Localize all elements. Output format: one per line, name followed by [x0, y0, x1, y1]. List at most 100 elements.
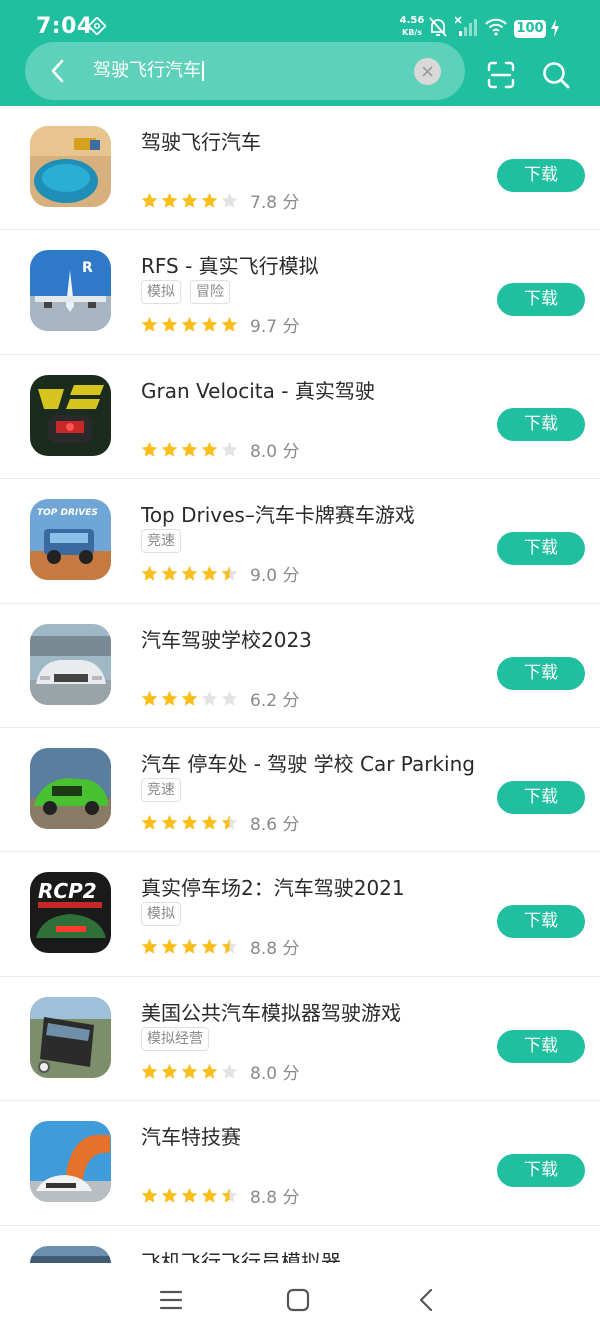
app-list-item[interactable]: 汽车驾驶学校2023 6.2 分 下载 — [0, 604, 600, 728]
app-title[interactable]: 汽车驾驶学校2023 — [141, 624, 312, 653]
app-tags: 模拟 — [141, 902, 181, 927]
app-rating: 6.2 分 — [141, 686, 299, 711]
download-button[interactable]: 下载 — [497, 905, 585, 939]
star-filled-icon — [181, 939, 198, 954]
back-icon[interactable] — [412, 1285, 442, 1315]
app-tags: 竞速 — [141, 777, 181, 802]
download-button[interactable]: 下载 — [497, 532, 585, 566]
download-button[interactable]: 下载 — [497, 1029, 585, 1063]
star-filled-icon — [201, 939, 218, 954]
star-filled-icon — [181, 814, 198, 830]
svg-text:RCP2: RCP2 — [38, 879, 97, 903]
app-icon[interactable] — [30, 374, 111, 456]
app-rating: 9.7 分 — [141, 312, 299, 337]
star-filled-icon — [221, 317, 238, 333]
star-filled-icon — [181, 566, 198, 581]
app-tag[interactable]: 模拟 — [141, 902, 181, 927]
app-tag[interactable]: 模拟经营 — [141, 1026, 209, 1051]
star-half-icon — [221, 566, 238, 581]
star-filled-icon — [141, 939, 158, 954]
star-filled-icon — [201, 814, 218, 830]
search-input[interactable]: 驾驶飞行汽车 — [93, 56, 393, 86]
app-list-item[interactable]: 汽车 停车处 - 驾驶 学校 Car Parking 竞速 8.6 分 下载 — [0, 728, 600, 853]
star-filled-icon — [161, 192, 178, 208]
star-filled-icon — [201, 566, 218, 581]
app-icon[interactable] — [30, 126, 111, 207]
rating-score: 8.6 分 — [250, 814, 300, 835]
star-rating — [141, 1063, 238, 1080]
bell-off-icon — [429, 17, 447, 37]
app-tag[interactable]: 竞速 — [141, 529, 181, 554]
chevron-left-icon[interactable] — [43, 56, 73, 86]
app-title[interactable]: 驾驶飞行汽车 — [141, 126, 261, 155]
app-title[interactable]: Gran Velocita - 真实驾驶 — [141, 375, 375, 404]
star-filled-icon — [161, 441, 178, 457]
download-button[interactable]: 下载 — [497, 283, 585, 317]
app-title[interactable]: RFS - 真实飞行模拟 — [141, 250, 319, 279]
app-title[interactable]: 真实停车场2：汽车驾驶2021 — [141, 872, 405, 901]
rating-score: 6.2 分 — [250, 690, 300, 711]
app-icon[interactable] — [30, 1121, 111, 1203]
app-title[interactable]: 汽车特技赛 — [141, 1121, 241, 1150]
app-list-item[interactable]: 汽车特技赛 8.8 分 下载 — [0, 1101, 600, 1226]
star-rating — [141, 1187, 238, 1204]
download-button[interactable]: 下载 — [497, 407, 585, 441]
app-tag[interactable]: 模拟 — [141, 280, 181, 305]
app-list-item[interactable]: Gran Velocita - 真实驾驶 8.0 分 下载 — [0, 355, 600, 480]
svg-text:R: R — [82, 260, 93, 276]
app-icon[interactable] — [30, 623, 111, 705]
rating-score: 8.0 分 — [250, 441, 300, 462]
star-filled-icon — [181, 192, 198, 208]
app-icon[interactable]: RCP2 — [30, 872, 111, 954]
star-filled-icon — [141, 441, 158, 457]
app-icon[interactable]: R — [30, 250, 111, 332]
app-list-item[interactable]: TOP DRIVES Top Drives–汽车卡牌赛车游戏 竞速 9.0 分 … — [0, 479, 600, 604]
star-half-icon — [221, 1187, 238, 1203]
app-list-item[interactable]: 美国公共汽车模拟器驾驶游戏 模拟经营 8.0 分 下载 — [0, 977, 600, 1102]
rating-score: 9.7 分 — [250, 317, 300, 338]
download-button[interactable]: 下载 — [497, 656, 585, 690]
signal-icon — [455, 16, 477, 36]
app-list-item[interactable]: 驾驶飞行汽车 7.8 分 下载 — [0, 106, 600, 231]
search-results-list: 驾驶飞行汽车 7.8 分 下载 R RFS - 真实飞行模拟 模拟 冒险 9.7… — [0, 106, 600, 1333]
star-empty-icon — [221, 192, 238, 208]
app-title[interactable]: 汽车 停车处 - 驾驶 学校 Car Parking — [141, 748, 475, 777]
sim-icon — [88, 17, 106, 35]
menu-icon[interactable] — [156, 1285, 186, 1315]
download-button[interactable]: 下载 — [497, 780, 585, 814]
app-tag[interactable]: 竞速 — [141, 777, 181, 802]
rating-score: 8.8 分 — [250, 939, 300, 960]
app-icon[interactable] — [30, 996, 111, 1078]
app-list-item[interactable]: R RFS - 真实飞行模拟 模拟 冒险 9.7 分 下载 — [0, 230, 600, 355]
download-button[interactable]: 下载 — [497, 159, 585, 192]
net-speed: 4.56 KB/s — [398, 16, 426, 38]
home-icon[interactable] — [283, 1285, 313, 1315]
star-filled-icon — [161, 566, 178, 581]
download-button[interactable]: 下载 — [497, 1154, 585, 1188]
search-query: 驾驶飞行汽车 — [93, 60, 201, 81]
app-list-item[interactable]: RCP2 真实停车场2：汽车驾驶2021 模拟 8.8 分 下载 — [0, 852, 600, 977]
scan-icon[interactable] — [486, 60, 516, 90]
app-title[interactable]: Top Drives–汽车卡牌赛车游戏 — [141, 499, 415, 528]
app-tag[interactable]: 冒险 — [190, 280, 230, 305]
app-icon[interactable] — [30, 747, 111, 829]
star-filled-icon — [161, 1187, 178, 1203]
svg-text:TOP DRIVES: TOP DRIVES — [37, 508, 98, 518]
app-icon[interactable]: TOP DRIVES — [30, 499, 111, 581]
header: 7:04 4.56 KB/s 100 驾驶飞行汽车 — [0, 0, 600, 106]
search-bar[interactable]: 驾驶飞行汽车 — [25, 42, 465, 100]
close-icon[interactable] — [414, 58, 441, 85]
net-speed-value: 4.56 — [399, 15, 425, 26]
app-rating: 8.0 分 — [141, 1059, 299, 1084]
app-title[interactable]: 美国公共汽车模拟器驾驶游戏 — [141, 997, 401, 1026]
status-time: 7:04 — [36, 14, 93, 39]
star-filled-icon — [141, 690, 158, 706]
star-filled-icon — [181, 690, 198, 706]
status-bar: 7:04 4.56 KB/s 100 — [0, 0, 600, 44]
star-rating — [141, 938, 238, 955]
star-filled-icon — [141, 814, 158, 830]
star-filled-icon — [181, 1187, 198, 1203]
star-half-icon — [221, 814, 238, 830]
star-rating — [141, 441, 238, 458]
search-icon[interactable] — [541, 60, 571, 90]
